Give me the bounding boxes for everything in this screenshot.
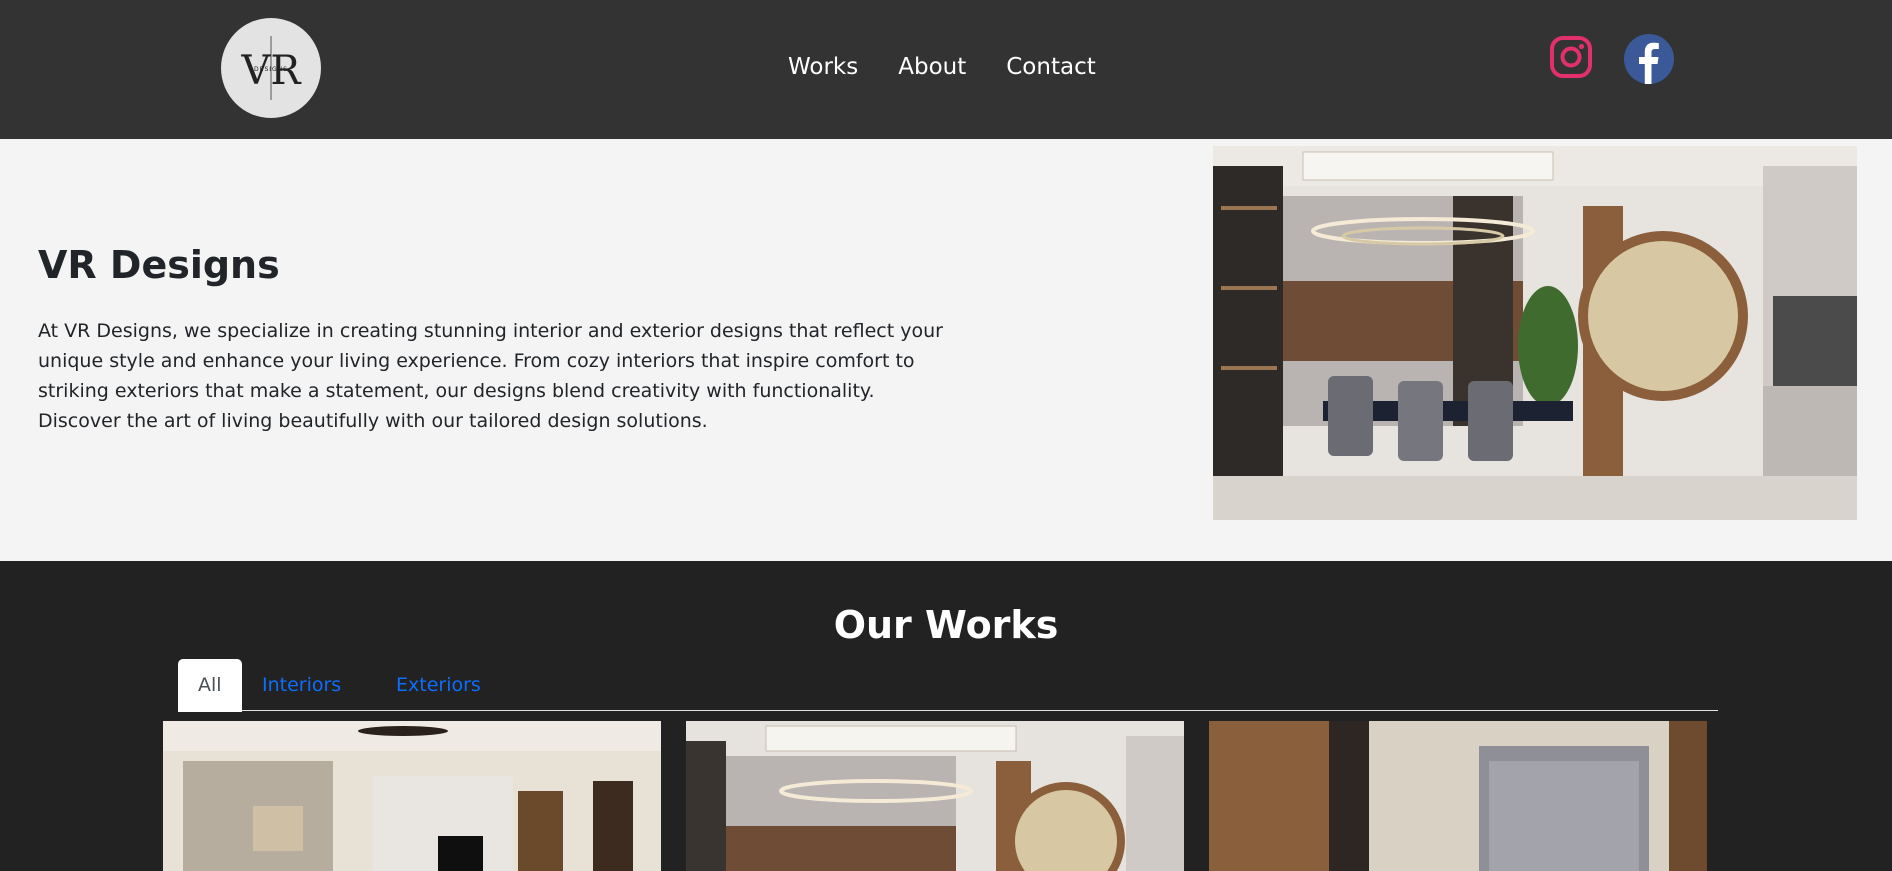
site-header: VR DESIGNS Works About Contact [0, 0, 1892, 139]
works-tabs: All Interiors Exteriors [178, 659, 1718, 712]
tab-exteriors[interactable]: Exteriors [376, 659, 501, 711]
hero-image [1213, 146, 1857, 520]
instagram-link[interactable] [1548, 34, 1594, 80]
nav-about[interactable]: About [898, 54, 966, 80]
logo-mark: VR DESIGNS [240, 36, 302, 100]
tab-interiors[interactable]: Interiors [242, 659, 361, 711]
work-image [1209, 721, 1707, 871]
logo[interactable]: VR DESIGNS [221, 18, 321, 118]
logo-subtext: DESIGNS [254, 66, 288, 73]
work-image [163, 721, 661, 871]
work-card[interactable] [163, 721, 661, 871]
hero-section: VR Designs At VR Designs, we specialize … [0, 139, 1892, 561]
work-card[interactable] [1209, 721, 1707, 871]
nav-contact[interactable]: Contact [1006, 54, 1095, 80]
hero-title: VR Designs [38, 243, 280, 287]
facebook-icon [1624, 34, 1674, 84]
facebook-link[interactable] [1624, 34, 1674, 84]
work-card[interactable] [686, 721, 1184, 871]
works-section: Our Works All Interiors Exteriors [0, 561, 1892, 871]
main-nav: Works About Contact [788, 54, 1096, 80]
instagram-icon [1550, 36, 1592, 78]
nav-works[interactable]: Works [788, 54, 858, 80]
hero-description: At VR Designs, we specialize in creating… [38, 320, 943, 432]
work-image [686, 721, 1184, 871]
tab-all[interactable]: All [178, 659, 242, 712]
works-title: Our Works [833, 603, 1059, 647]
